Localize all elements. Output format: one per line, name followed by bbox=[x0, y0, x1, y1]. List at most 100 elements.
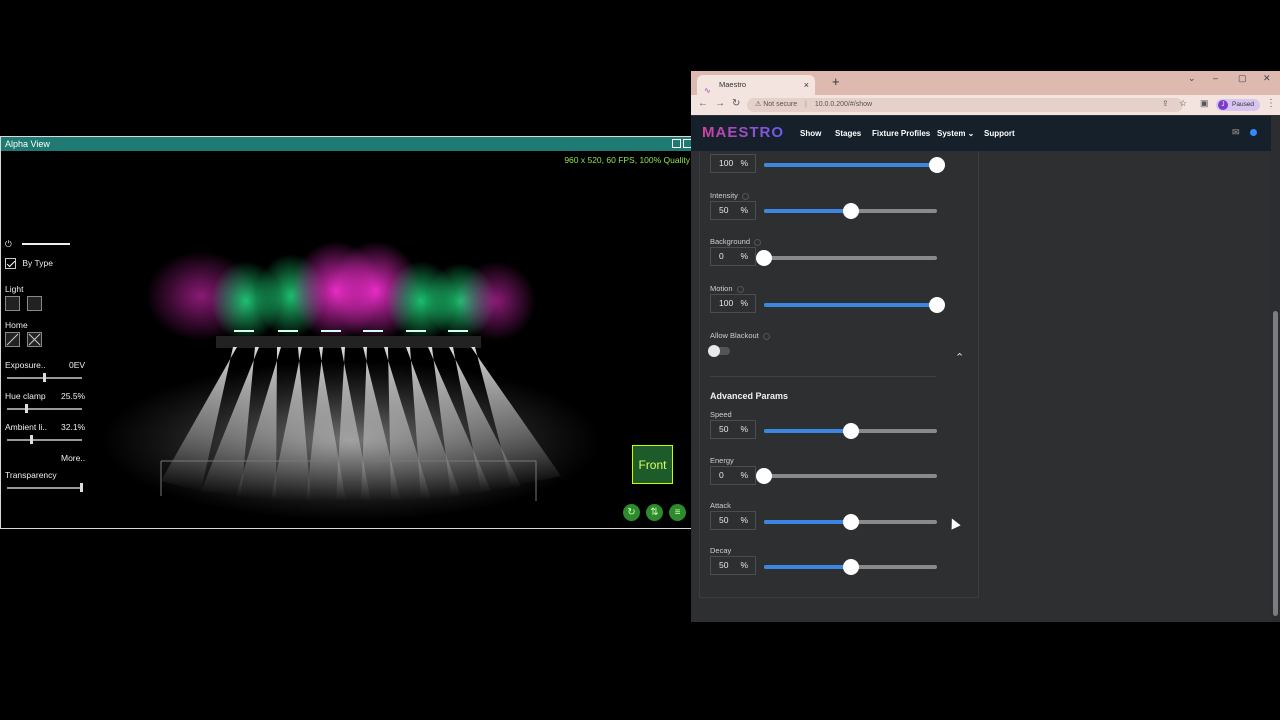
maximize-icon[interactable]: ▢ bbox=[1238, 73, 1247, 84]
info-icon bbox=[741, 192, 749, 200]
main-content: 100% Intensity 50% Background 0% Motion … bbox=[691, 151, 1271, 622]
light-on-icon[interactable] bbox=[27, 296, 42, 311]
profile-status: Paused bbox=[1232, 101, 1255, 108]
light-label: Light bbox=[5, 284, 24, 294]
intensity-label: Intensity bbox=[710, 191, 749, 200]
warning-icon: ⚠ bbox=[755, 101, 762, 108]
transparency-label: Transparency bbox=[5, 470, 57, 480]
stage-render bbox=[101, 241, 601, 521]
scrollbar-thumb[interactable] bbox=[1273, 311, 1278, 616]
more-link[interactable]: More.. bbox=[61, 453, 85, 463]
brightness-input[interactable]: 100% bbox=[710, 154, 756, 173]
nav-system[interactable]: System ⌄ bbox=[937, 129, 974, 138]
background-label: Background bbox=[710, 237, 762, 246]
by-type-label: By Type bbox=[22, 258, 53, 268]
url-field[interactable]: ⚠ Not secure | 10.0.0.200/#/show bbox=[747, 98, 1183, 112]
energy-slider[interactable] bbox=[756, 468, 937, 484]
decay-label: Decay bbox=[710, 546, 732, 555]
by-type-checkbox[interactable] bbox=[5, 258, 16, 270]
app-navbar: MAESTRO Show Stages Fixture Profiles Sys… bbox=[691, 116, 1271, 151]
flip-icon[interactable]: ⇅ bbox=[646, 504, 663, 521]
speed-label: Speed bbox=[710, 410, 732, 419]
light-off-icon[interactable] bbox=[5, 296, 20, 311]
hue-clamp-slider[interactable] bbox=[7, 404, 82, 413]
kebab-menu-icon[interactable]: ⋮ bbox=[1266, 98, 1276, 109]
side-panel-icon[interactable]: ▣ bbox=[1200, 98, 1209, 109]
decay-slider[interactable] bbox=[764, 559, 937, 575]
nav-support[interactable]: Support bbox=[984, 129, 1015, 138]
intensity-input[interactable]: 50% bbox=[710, 201, 756, 220]
decay-input[interactable]: 50% bbox=[710, 556, 756, 575]
alpha-view-window: Alpha View 960 x 520, 60 FPS, 100% Quali… bbox=[0, 136, 695, 529]
speed-slider[interactable] bbox=[764, 423, 937, 439]
attack-label: Attack bbox=[710, 501, 731, 510]
browser-window: ∿ Maestro × + ⌄ – ▢ ✕ ← → ↻ ⚠ Not secure… bbox=[691, 71, 1280, 622]
divider bbox=[710, 376, 936, 377]
nav-stages[interactable]: Stages bbox=[835, 129, 861, 138]
nav-fixture-profiles[interactable]: Fixture Profiles bbox=[872, 129, 930, 138]
alpha-view-titlebar[interactable]: Alpha View bbox=[1, 137, 694, 151]
home-reset-icon[interactable] bbox=[27, 332, 42, 347]
tab-maestro[interactable]: ∿ Maestro × bbox=[697, 75, 815, 95]
background-slider[interactable] bbox=[756, 250, 937, 266]
not-secure-label: Not secure bbox=[763, 101, 798, 108]
allow-blackout-label: Allow Blackout bbox=[710, 331, 770, 340]
transparency-slider[interactable] bbox=[7, 483, 83, 492]
forward-icon[interactable]: → bbox=[715, 98, 725, 109]
home-pan-icon[interactable] bbox=[5, 332, 20, 347]
speed-input[interactable]: 50% bbox=[710, 420, 756, 439]
avatar: J bbox=[1218, 100, 1228, 110]
energy-input[interactable]: 0% bbox=[710, 466, 756, 485]
back-icon[interactable]: ← bbox=[698, 98, 708, 109]
background-input[interactable]: 0% bbox=[710, 247, 756, 266]
connection-status-icon bbox=[1250, 129, 1257, 136]
motion-slider[interactable] bbox=[764, 297, 945, 313]
allow-blackout-toggle[interactable] bbox=[708, 345, 730, 357]
tab-search-icon[interactable]: ⌄ bbox=[1188, 73, 1196, 84]
attack-input[interactable]: 50% bbox=[710, 511, 756, 530]
notifications-icon[interactable]: ✉ bbox=[1232, 127, 1240, 138]
by-type-row: By Type bbox=[5, 258, 53, 270]
collapse-icon[interactable]: ⌃ bbox=[955, 351, 964, 364]
tab-close-icon[interactable]: × bbox=[804, 75, 809, 95]
motion-input[interactable]: 100% bbox=[710, 294, 756, 313]
ambient-value: 32.1% bbox=[61, 422, 86, 432]
attack-slider[interactable] bbox=[764, 514, 937, 530]
menu-icon[interactable]: ≡ bbox=[669, 504, 686, 521]
master-slider[interactable] bbox=[22, 243, 70, 245]
bookmark-star-icon[interactable]: ☆ bbox=[1179, 98, 1187, 109]
info-icon bbox=[754, 238, 762, 246]
reload-icon[interactable]: ↻ bbox=[732, 98, 740, 109]
share-icon[interactable]: ⇪ bbox=[1162, 99, 1169, 108]
info-icon bbox=[762, 332, 770, 340]
tab-title: Maestro bbox=[719, 80, 747, 89]
profile-button[interactable]: J Paused bbox=[1216, 99, 1260, 111]
ambient-label: Ambient li.. bbox=[5, 422, 48, 432]
info-icon bbox=[736, 285, 744, 293]
rotate-icon[interactable]: ↻ bbox=[623, 504, 640, 521]
restore-icon[interactable] bbox=[672, 139, 681, 148]
new-tab-icon[interactable]: + bbox=[832, 74, 840, 89]
minimize-icon[interactable]: – bbox=[1213, 73, 1218, 83]
energy-label: Energy bbox=[710, 456, 734, 465]
maestro-logo[interactable]: MAESTRO bbox=[702, 124, 784, 141]
intensity-slider[interactable] bbox=[764, 203, 937, 219]
exposure-value: 0EV bbox=[69, 360, 86, 370]
exposure-slider[interactable] bbox=[7, 373, 82, 382]
exposure-label: Exposure.. bbox=[5, 360, 46, 370]
window-close-icon[interactable]: ✕ bbox=[1263, 73, 1271, 84]
render-stats: 960 x 520, 60 FPS, 100% Quality bbox=[564, 155, 690, 165]
home-label: Home bbox=[5, 320, 28, 330]
page-scrollbar[interactable] bbox=[1271, 116, 1280, 622]
nav-show[interactable]: Show bbox=[800, 129, 821, 138]
visualizer-canvas[interactable] bbox=[1, 151, 694, 528]
hue-clamp-label: Hue clamp bbox=[5, 391, 46, 401]
motion-label: Motion bbox=[710, 284, 744, 293]
hue-clamp-value: 25.5% bbox=[61, 391, 86, 401]
advanced-params-title: Advanced Params bbox=[710, 391, 789, 401]
front-view-button[interactable]: Front bbox=[632, 445, 673, 484]
ambient-slider[interactable] bbox=[7, 435, 82, 444]
brightness-slider[interactable] bbox=[764, 157, 945, 173]
power-icon[interactable]: ⏻ bbox=[5, 239, 12, 250]
url-text: 10.0.0.200/#/show bbox=[814, 101, 873, 108]
